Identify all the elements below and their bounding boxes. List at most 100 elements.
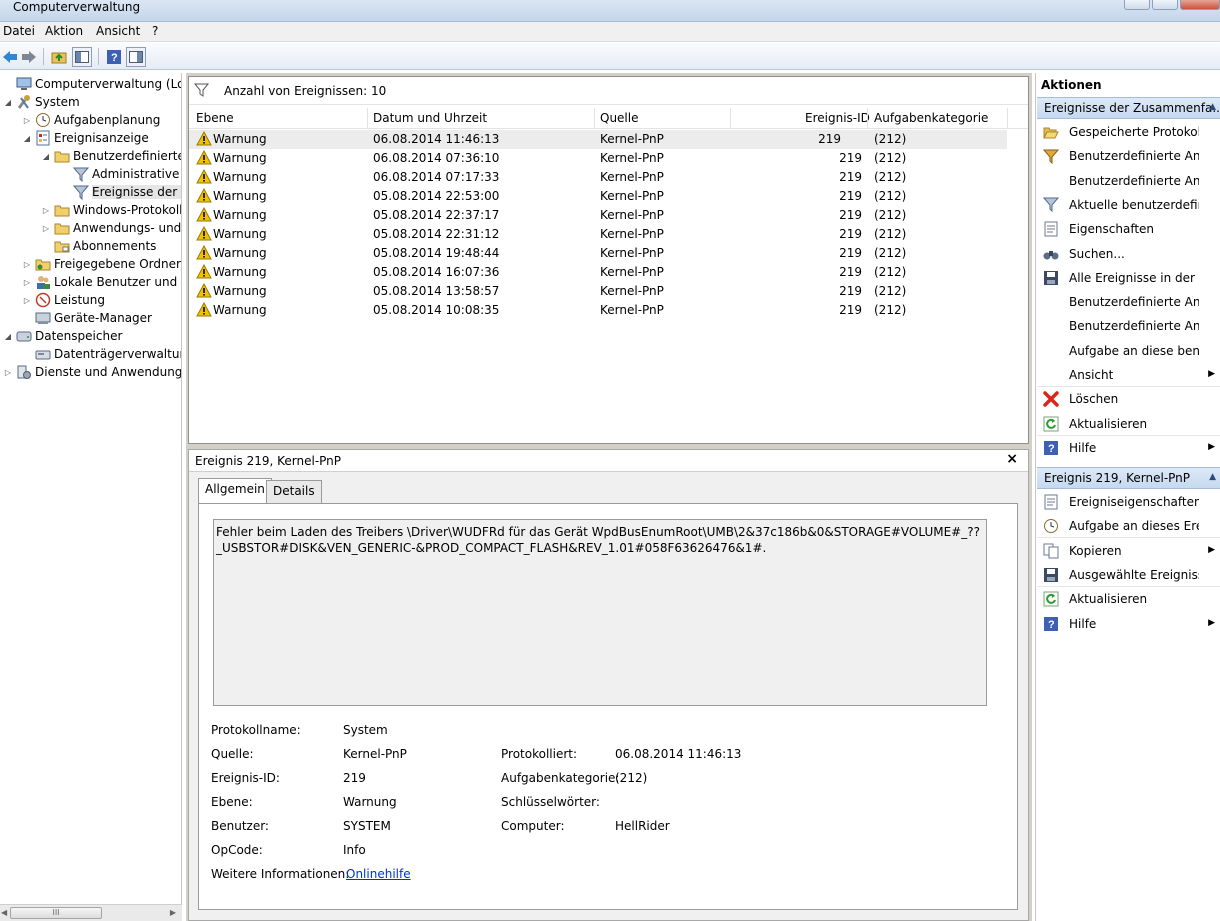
menu-ansicht[interactable]: Ansicht xyxy=(96,24,140,38)
column-header-ebene[interactable]: Ebene xyxy=(196,111,234,125)
table-row[interactable]: Warnung 05.08.2014 10:08:35 Kernel-PnP 219 (… xyxy=(189,301,1028,320)
column-header-quelle[interactable]: Quelle xyxy=(600,111,638,125)
tree-horizontal-scrollbar[interactable]: ◀ III ▶ xyxy=(0,904,182,921)
cell-date: 05.08.2014 10:08:35 xyxy=(373,303,500,317)
tree-item[interactable]: ▷ Windows-Protokolle xyxy=(41,201,181,219)
table-row[interactable]: Warnung 05.08.2014 22:53:00 Kernel-PnP 219 (… xyxy=(189,187,1028,206)
section-title: Ereignisse der Zusammenfa... xyxy=(1044,101,1220,115)
scroll-left-icon[interactable]: ◀ xyxy=(1,908,7,917)
expander-icon[interactable]: ◢ xyxy=(22,134,32,143)
action-item[interactable]: Suchen... xyxy=(1037,242,1220,266)
column-divider[interactable] xyxy=(594,108,595,128)
tree-item[interactable]: Computerverwaltung (Lokal) xyxy=(3,75,181,93)
action-item[interactable]: Benutzerdefinierte Ansi... xyxy=(1037,144,1220,168)
action-item[interactable]: Ausgewählte Ereignisse... xyxy=(1037,563,1220,587)
column-header-aufgabenkategorie[interactable]: Aufgabenkategorie xyxy=(874,111,988,125)
tree-item[interactable]: Ereignisse der Zu xyxy=(60,183,181,201)
tree-item[interactable]: ▷ Aufgabenplanung xyxy=(22,111,160,129)
menu-datei[interactable]: Datei xyxy=(3,24,35,38)
scroll-right-icon[interactable]: ▶ xyxy=(170,908,176,917)
actions-section-event[interactable]: Ereignis 219, Kernel-PnP ▲ xyxy=(1037,467,1220,489)
expander-icon[interactable]: ▷ xyxy=(22,260,32,269)
menu-aktion[interactable]: Aktion xyxy=(45,24,83,38)
tree-item[interactable]: ◢ Ereignisanzeige xyxy=(22,129,149,147)
folder-icon xyxy=(54,148,70,164)
table-row[interactable]: Warnung 05.08.2014 22:31:12 Kernel-PnP 219 (… xyxy=(189,225,1028,244)
action-item[interactable]: Aktualisieren xyxy=(1037,412,1220,436)
collapse-icon[interactable]: ▲ xyxy=(1209,102,1216,112)
table-row[interactable]: Warnung 05.08.2014 16:07:36 Kernel-PnP 219 (… xyxy=(189,263,1028,282)
expander-icon[interactable]: ◢ xyxy=(41,152,51,161)
action-item[interactable]: Aktualisieren xyxy=(1037,587,1220,611)
help-icon[interactable]: ? xyxy=(104,47,124,67)
expander-icon[interactable]: ▷ xyxy=(41,224,51,233)
action-item[interactable]: Kopieren ▶ xyxy=(1037,539,1220,563)
tree-item[interactable]: ▷ Dienste und Anwendungen xyxy=(3,363,181,381)
tree-item[interactable]: ▷ Freigegebene Ordner xyxy=(22,255,181,273)
table-row[interactable]: Warnung 05.08.2014 19:48:44 Kernel-PnP 219 (… xyxy=(189,244,1028,263)
tree-item[interactable]: Datenträgerverwaltung xyxy=(22,345,181,363)
action-item[interactable]: Alle Ereignisse in der b... xyxy=(1037,266,1220,290)
action-item[interactable]: Löschen xyxy=(1037,387,1220,411)
warning-icon xyxy=(196,130,212,149)
action-item[interactable]: Eigenschaften xyxy=(1037,217,1220,241)
scroll-thumb[interactable]: III xyxy=(10,907,102,919)
action-item[interactable]: Benutzerdefinierte Ansi... xyxy=(1037,290,1220,314)
table-row[interactable]: Warnung 05.08.2014 13:58:57 Kernel-PnP 219 (… xyxy=(189,282,1028,301)
tree-item[interactable]: ◢ Datenspeicher xyxy=(3,327,122,345)
expander-icon[interactable]: ▷ xyxy=(22,116,32,125)
expander-icon[interactable]: ▷ xyxy=(22,278,32,287)
expander-icon[interactable]: ◢ xyxy=(3,98,13,107)
action-item[interactable]: Gespeicherte Protokoll... xyxy=(1037,120,1220,144)
online-help-link[interactable]: Onlinehilfe xyxy=(346,867,411,881)
action-item[interactable]: Aufgabe an dieses Erei... xyxy=(1037,514,1220,539)
back-icon[interactable] xyxy=(0,47,20,67)
expander-icon[interactable]: ◢ xyxy=(3,332,13,341)
action-pane-icon[interactable] xyxy=(126,47,146,67)
expander-icon[interactable]: ▷ xyxy=(3,368,13,377)
cell-id: 219 xyxy=(839,265,862,279)
action-item[interactable]: Aufgabe an diese benu... xyxy=(1037,339,1220,363)
folder-up-icon[interactable] xyxy=(49,47,69,67)
action-item[interactable]: ? Hilfe ▶ xyxy=(1037,612,1220,636)
action-item[interactable]: Benutzerdefinierte Ansi... xyxy=(1037,314,1220,338)
column-divider[interactable] xyxy=(730,108,731,128)
tree-item[interactable]: ◢ Benutzerdefinierte A xyxy=(41,147,181,165)
close-window-button[interactable] xyxy=(1180,0,1220,10)
cell-id: 219 xyxy=(839,246,862,260)
column-divider[interactable] xyxy=(1007,108,1008,128)
event-message[interactable]: Fehler beim Laden des Treibers \Driver\W… xyxy=(213,519,987,706)
collapse-icon[interactable]: ▲ xyxy=(1209,472,1216,482)
maximize-button[interactable] xyxy=(1152,0,1178,10)
expander-icon[interactable]: ▷ xyxy=(22,296,32,305)
tree-item[interactable]: Abonnements xyxy=(41,237,156,255)
tree-item[interactable]: Geräte-Manager xyxy=(22,309,152,327)
column-divider[interactable] xyxy=(867,108,868,128)
console-tree-icon[interactable] xyxy=(72,47,92,67)
tab-allgemein[interactable]: Allgemein xyxy=(198,478,272,504)
tree-item[interactable]: ◢ System xyxy=(3,93,80,111)
close-icon[interactable]: × xyxy=(1006,451,1018,467)
column-divider[interactable] xyxy=(367,108,368,128)
tree-item[interactable]: ▷ Lokale Benutzer und Gru xyxy=(22,273,181,291)
table-row[interactable]: Warnung 06.08.2014 07:36:10 Kernel-PnP 219 (… xyxy=(189,149,1028,168)
actions-section-view[interactable]: Ereignisse der Zusammenfa... ▲ xyxy=(1037,97,1220,119)
column-header-datum[interactable]: Datum und Uhrzeit xyxy=(373,111,487,125)
column-header-ereignis-id[interactable]: Ereignis-ID xyxy=(805,111,870,125)
action-item[interactable]: ? Hilfe ▶ xyxy=(1037,436,1220,460)
table-row[interactable]: Warnung 06.08.2014 07:17:33 Kernel-PnP 219 (… xyxy=(189,168,1028,187)
action-item[interactable]: Aktuelle benutzerdefini... xyxy=(1037,193,1220,217)
action-item[interactable]: Benutzerdefinierte Ansi... xyxy=(1037,169,1220,193)
minimize-button[interactable] xyxy=(1124,0,1150,10)
tab-details[interactable]: Details xyxy=(266,480,322,503)
table-row[interactable]: Warnung 06.08.2014 11:46:13 Kernel-PnP 219 (… xyxy=(189,130,1007,149)
tree-item[interactable]: Administrative E xyxy=(60,165,181,183)
forward-icon[interactable] xyxy=(19,47,39,67)
menu-help[interactable]: ? xyxy=(152,24,158,38)
tree-item[interactable]: ▷ Leistung xyxy=(22,291,105,309)
tree-item[interactable]: ▷ Anwendungs- und D xyxy=(41,219,181,237)
table-row[interactable]: Warnung 05.08.2014 22:37:17 Kernel-PnP 219 (… xyxy=(189,206,1028,225)
action-item[interactable]: Ereigniseigenschaften xyxy=(1037,490,1220,514)
expander-icon[interactable]: ▷ xyxy=(41,206,51,215)
action-item[interactable]: Ansicht ▶ xyxy=(1037,363,1220,387)
